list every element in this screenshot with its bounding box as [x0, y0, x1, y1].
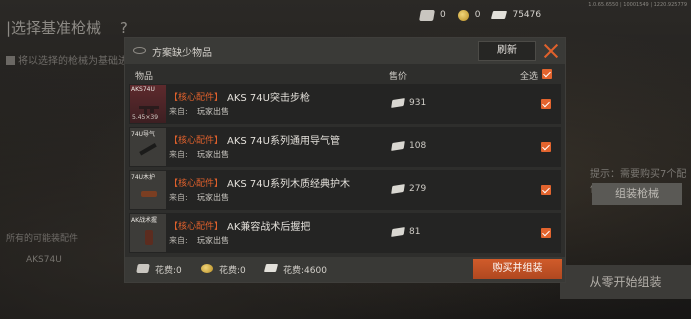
money-cost: 花费:4600: [283, 266, 327, 276]
coin-icon: [201, 264, 213, 273]
item-name: AKS 74U系列通用导气管: [227, 136, 340, 147]
money-icon: [263, 264, 279, 272]
list-item[interactable]: 74U导气 【核心配件】 AKS 74U系列通用导气管 来自: 玩家出售 108: [129, 127, 561, 167]
item-name: AKS 74U突击步枪: [227, 93, 310, 104]
parts-list-item[interactable]: AKS74U: [26, 255, 62, 265]
column-header-item: 物品: [135, 72, 154, 82]
item-source-value: 玩家出售: [197, 107, 229, 116]
item-thumbnail: AK战术握: [130, 214, 166, 252]
item-tag: 【核心配件】: [169, 179, 224, 189]
item-name: AKS 74U系列木质经典护木: [227, 179, 350, 190]
coin-icon: [457, 9, 469, 21]
thumb-label: 74U木护: [131, 174, 156, 181]
grip-icon: [145, 230, 153, 245]
column-header-price: 售价: [389, 72, 408, 82]
dialog-title: 方案缺少物品: [152, 48, 212, 59]
money-icon: [491, 11, 508, 19]
money-count: 75476: [512, 10, 542, 20]
item-source-label: 来自:: [169, 193, 188, 202]
ticket-count: 0: [440, 10, 446, 20]
thumb-label: AKS74U: [131, 86, 155, 93]
item-thumbnail: 74U木护: [130, 171, 166, 209]
currency-bar: 0 0 75476: [419, 7, 542, 23]
all-parts-label: 所有的可能装配件: [6, 234, 79, 244]
list-item[interactable]: 74U木护 【核心配件】 AKS 74U系列木质经典护木 来自: 玩家出售 27…: [129, 170, 561, 210]
info-icon: [6, 56, 15, 65]
buy-and-assemble-button[interactable]: 购买并组装: [473, 259, 562, 279]
gas-tube-icon: [139, 143, 157, 156]
money-icon: [391, 227, 405, 237]
list-item[interactable]: AK战术握 【核心配件】 AK兼容战术后握把 来自: 玩家出售 81: [129, 213, 561, 253]
refresh-button[interactable]: 刷新: [478, 41, 536, 61]
item-source-value: 玩家出售: [197, 193, 229, 202]
item-price: 931: [409, 98, 427, 108]
version-text: 1.0.65.6550 | 10001549 | 1220.925779: [588, 2, 687, 8]
coin-count: 0: [474, 10, 481, 20]
item-price: 279: [409, 184, 427, 194]
help-icon[interactable]: ?: [120, 19, 128, 37]
item-list: AKS74U 5.45×39 【核心配件】 AKS 74U突击步枪 来自: 玩家…: [129, 84, 561, 256]
page-title: |选择基准枪械 ?: [6, 17, 128, 38]
item-tag: 【核心配件】: [169, 136, 224, 146]
item-source-value: 玩家出售: [197, 236, 229, 245]
item-checkbox[interactable]: [541, 142, 551, 152]
assemble-gun-button[interactable]: 组装枪械: [592, 183, 682, 205]
list-item[interactable]: AKS74U 5.45×39 【核心配件】 AKS 74U突击步枪 来自: 玩家…: [129, 84, 561, 124]
item-thumbnail: AKS74U 5.45×39: [130, 85, 166, 123]
thumb-caliber: 5.45×39: [132, 114, 159, 121]
dialog-header: 方案缺少物品 刷新: [125, 38, 565, 64]
close-icon[interactable]: [541, 41, 561, 61]
item-price: 108: [409, 141, 427, 151]
select-all-label[interactable]: 全选: [520, 69, 538, 82]
item-source-label: 来自:: [169, 150, 188, 159]
dialog-logo-icon: [133, 47, 146, 54]
item-thumbnail: 74U导气: [130, 128, 166, 166]
item-checkbox[interactable]: [541, 228, 551, 238]
ticket-icon: [419, 9, 435, 21]
select-all-checkbox[interactable]: [542, 69, 552, 79]
money-icon: [391, 98, 405, 108]
item-checkbox[interactable]: [541, 99, 551, 109]
item-price: 81: [409, 227, 421, 237]
item-source-value: 玩家出售: [197, 150, 229, 159]
ticket-cost: 花费:0: [155, 266, 182, 276]
ticket-icon: [136, 264, 150, 273]
money-icon: [391, 141, 405, 151]
item-checkbox[interactable]: [541, 185, 551, 195]
item-source-label: 来自:: [169, 236, 188, 245]
missing-items-dialog: 方案缺少物品 刷新 物品 售价 全选 AKS74U 5.45×39 【核心配件】…: [124, 37, 566, 283]
item-source-label: 来自:: [169, 107, 188, 116]
thumb-label: AK战术握: [131, 217, 158, 224]
dialog-footer: 花费:0 花费:0 花费:4600 购买并组装: [125, 257, 565, 282]
page-title-text: |选择基准枪械: [6, 19, 102, 37]
thumb-label: 74U导气: [131, 131, 156, 138]
start-from-scratch-button[interactable]: 从零开始组装: [560, 265, 691, 299]
money-icon: [391, 184, 405, 194]
handguard-icon: [141, 191, 157, 197]
item-tag: 【核心配件】: [169, 93, 224, 103]
item-name: AK兼容战术后握把: [227, 222, 311, 233]
coin-cost: 花费:0: [219, 266, 246, 276]
item-tag: 【核心配件】: [169, 222, 224, 232]
